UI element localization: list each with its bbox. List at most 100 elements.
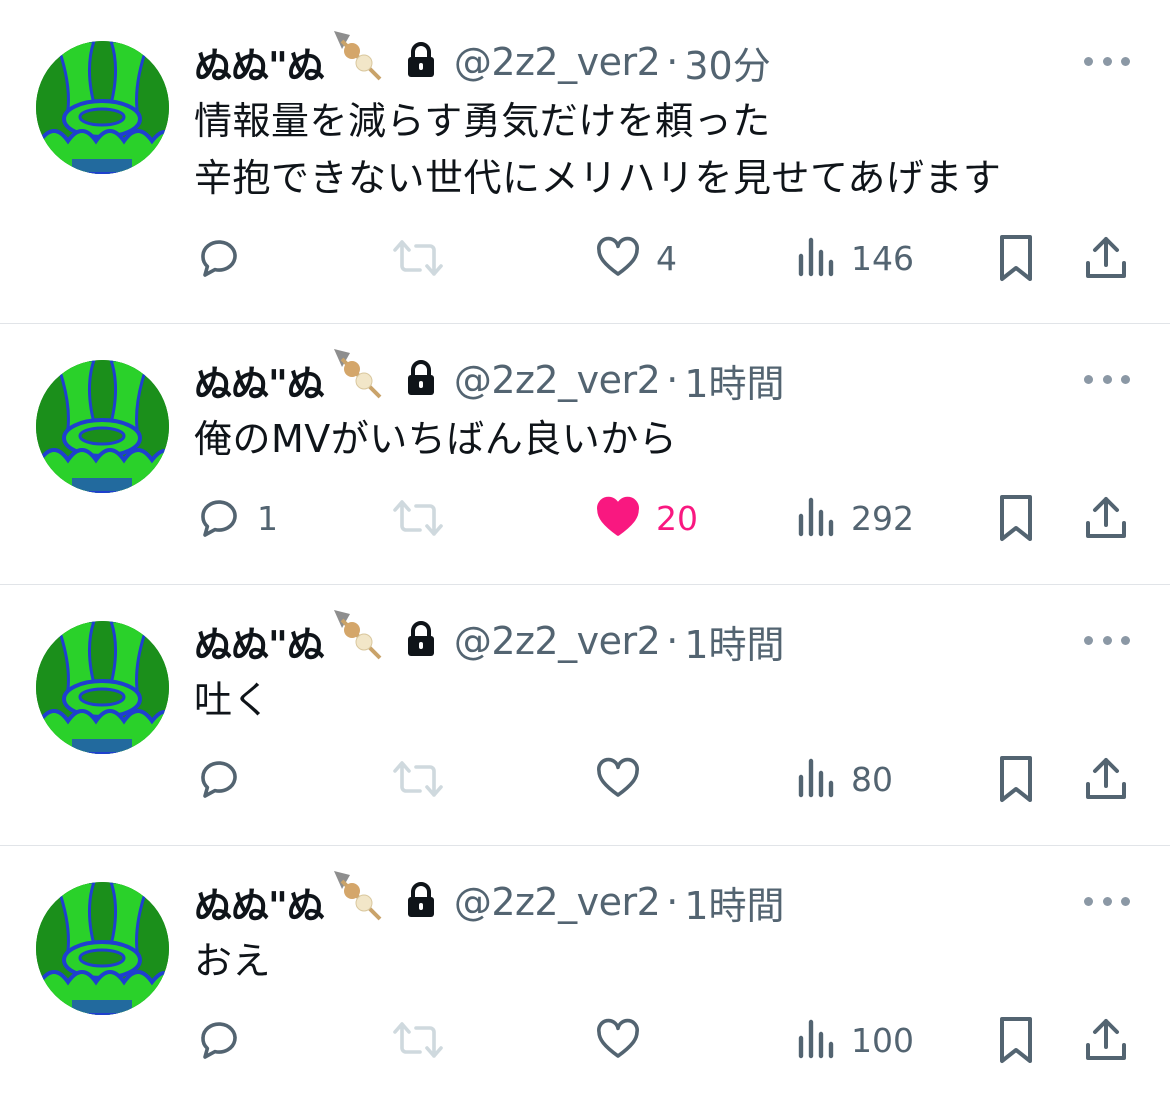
- avatar[interactable]: [36, 621, 169, 754]
- timestamp[interactable]: 30分: [684, 35, 770, 90]
- bar-chart-icon: [798, 1019, 834, 1059]
- handle[interactable]: @2z2_ver2: [454, 358, 661, 402]
- share-upload-icon: [1086, 237, 1126, 278]
- share-button[interactable]: [1082, 749, 1130, 809]
- like-count: 20: [656, 498, 698, 538]
- tweet-header: ぬぬ"ぬ @2z2_ver2 · 1時間: [194, 610, 785, 669]
- ellipsis-icon[interactable]: [1084, 630, 1130, 650]
- timestamp[interactable]: 1時間: [684, 875, 784, 930]
- reply-count: 1: [257, 498, 278, 538]
- retweet-button[interactable]: [392, 488, 444, 548]
- bookmark-button[interactable]: [992, 749, 1040, 809]
- tweet[interactable]: ぬぬ"ぬ @2z2_ver2 · 1時間 おえ 100: [0, 846, 1170, 1114]
- separator-dot: ·: [666, 880, 679, 924]
- separator-dot: ·: [666, 40, 679, 84]
- dango-skewer-emoji: [328, 606, 384, 666]
- tweet-text: 吐く: [194, 678, 272, 722]
- bar-chart-icon: [798, 758, 834, 798]
- ellipsis-icon[interactable]: [1084, 369, 1130, 389]
- bookmark-button[interactable]: [992, 228, 1040, 288]
- lock-icon: [406, 621, 436, 661]
- bookmark-icon: [1000, 235, 1032, 281]
- separator-dot: ·: [666, 619, 679, 663]
- like-button[interactable]: 20: [594, 488, 698, 548]
- retweet-button[interactable]: [392, 1010, 444, 1070]
- display-name[interactable]: ぬぬ"ぬ: [194, 353, 325, 408]
- like-button[interactable]: 4: [594, 228, 677, 288]
- heart-icon: [597, 757, 639, 797]
- views-button[interactable]: 100: [795, 1010, 914, 1070]
- action-bar: 80: [0, 749, 1170, 809]
- action-bar: 4 146: [0, 228, 1170, 288]
- tweet-header: ぬぬ"ぬ @2z2_ver2 · 1時間: [194, 349, 785, 408]
- handle[interactable]: @2z2_ver2: [454, 619, 661, 663]
- bookmark-button[interactable]: [992, 488, 1040, 548]
- timestamp[interactable]: 1時間: [684, 353, 784, 408]
- view-count: 292: [851, 498, 914, 538]
- avatar-image: [36, 882, 169, 1015]
- tweet-header: ぬぬ"ぬ @2z2_ver2 · 1時間: [194, 871, 785, 930]
- action-bar: 100: [0, 1010, 1170, 1070]
- heart-filled-icon: [597, 496, 639, 536]
- reply-button[interactable]: [195, 749, 257, 809]
- reply-bubble-icon: [201, 761, 237, 798]
- display-name[interactable]: ぬぬ"ぬ: [194, 614, 325, 669]
- reply-bubble-icon: [201, 240, 237, 277]
- tweet[interactable]: ぬぬ"ぬ @2z2_ver2 · 1時間 吐く 80: [0, 585, 1170, 846]
- action-bar: 1 20 292: [0, 488, 1170, 548]
- like-button[interactable]: [594, 749, 656, 809]
- view-count: 80: [851, 759, 893, 799]
- avatar[interactable]: [36, 882, 169, 1015]
- share-upload-icon: [1086, 1019, 1126, 1060]
- share-upload-icon: [1086, 497, 1126, 538]
- like-button[interactable]: [594, 1010, 656, 1070]
- bookmark-button[interactable]: [992, 1010, 1040, 1070]
- lock-icon: [406, 360, 436, 400]
- tweet-text: おえ: [194, 939, 272, 983]
- retweet-button[interactable]: [392, 228, 444, 288]
- ellipsis-icon[interactable]: [1084, 51, 1130, 71]
- lock-icon: [406, 42, 436, 82]
- heart-icon: [597, 236, 639, 276]
- display-name[interactable]: ぬぬ"ぬ: [194, 35, 325, 90]
- retweet-icon: [393, 240, 443, 276]
- bar-chart-icon: [798, 237, 834, 277]
- share-button[interactable]: [1082, 488, 1130, 548]
- bookmark-icon: [1000, 756, 1032, 802]
- reply-button[interactable]: 1: [195, 488, 278, 548]
- view-count: 100: [851, 1020, 914, 1060]
- reply-button[interactable]: [195, 228, 257, 288]
- timestamp[interactable]: 1時間: [684, 614, 784, 669]
- share-button[interactable]: [1082, 228, 1130, 288]
- ellipsis-icon[interactable]: [1084, 891, 1130, 911]
- handle[interactable]: @2z2_ver2: [454, 40, 661, 84]
- bar-chart-icon: [798, 497, 834, 537]
- retweet-icon: [393, 500, 443, 536]
- views-button[interactable]: 146: [795, 228, 914, 288]
- heart-icon: [597, 1018, 639, 1058]
- display-name[interactable]: ぬぬ"ぬ: [194, 875, 325, 930]
- avatar-image: [36, 621, 169, 754]
- bookmark-icon: [1000, 1017, 1032, 1063]
- tweet[interactable]: ぬぬ"ぬ @2z2_ver2 · 30分 情報量を減らす勇気だけを頼った 辛抱で…: [0, 0, 1170, 324]
- avatar[interactable]: [36, 41, 169, 174]
- tweet[interactable]: ぬぬ"ぬ @2z2_ver2 · 1時間 俺のMVがいちばん良いから 1 20 …: [0, 324, 1170, 585]
- like-count: 4: [656, 238, 677, 278]
- bookmark-icon: [1000, 495, 1032, 541]
- share-button[interactable]: [1082, 1010, 1130, 1070]
- reply-bubble-icon: [201, 500, 237, 537]
- handle[interactable]: @2z2_ver2: [454, 880, 661, 924]
- tweet-header: ぬぬ"ぬ @2z2_ver2 · 30分: [194, 31, 771, 90]
- avatar[interactable]: [36, 360, 169, 493]
- retweet-button[interactable]: [392, 749, 444, 809]
- dango-skewer-emoji: [328, 27, 384, 87]
- share-upload-icon: [1086, 758, 1126, 799]
- avatar-image: [36, 360, 169, 493]
- views-button[interactable]: 292: [795, 488, 914, 548]
- separator-dot: ·: [666, 358, 679, 402]
- reply-bubble-icon: [201, 1022, 237, 1059]
- tweet-text: 情報量を減らす勇気だけを頼った 辛抱できない世代にメリハリを見せてあげます: [194, 99, 1002, 200]
- view-count: 146: [851, 238, 914, 278]
- reply-button[interactable]: [195, 1010, 257, 1070]
- views-button[interactable]: 80: [795, 749, 893, 809]
